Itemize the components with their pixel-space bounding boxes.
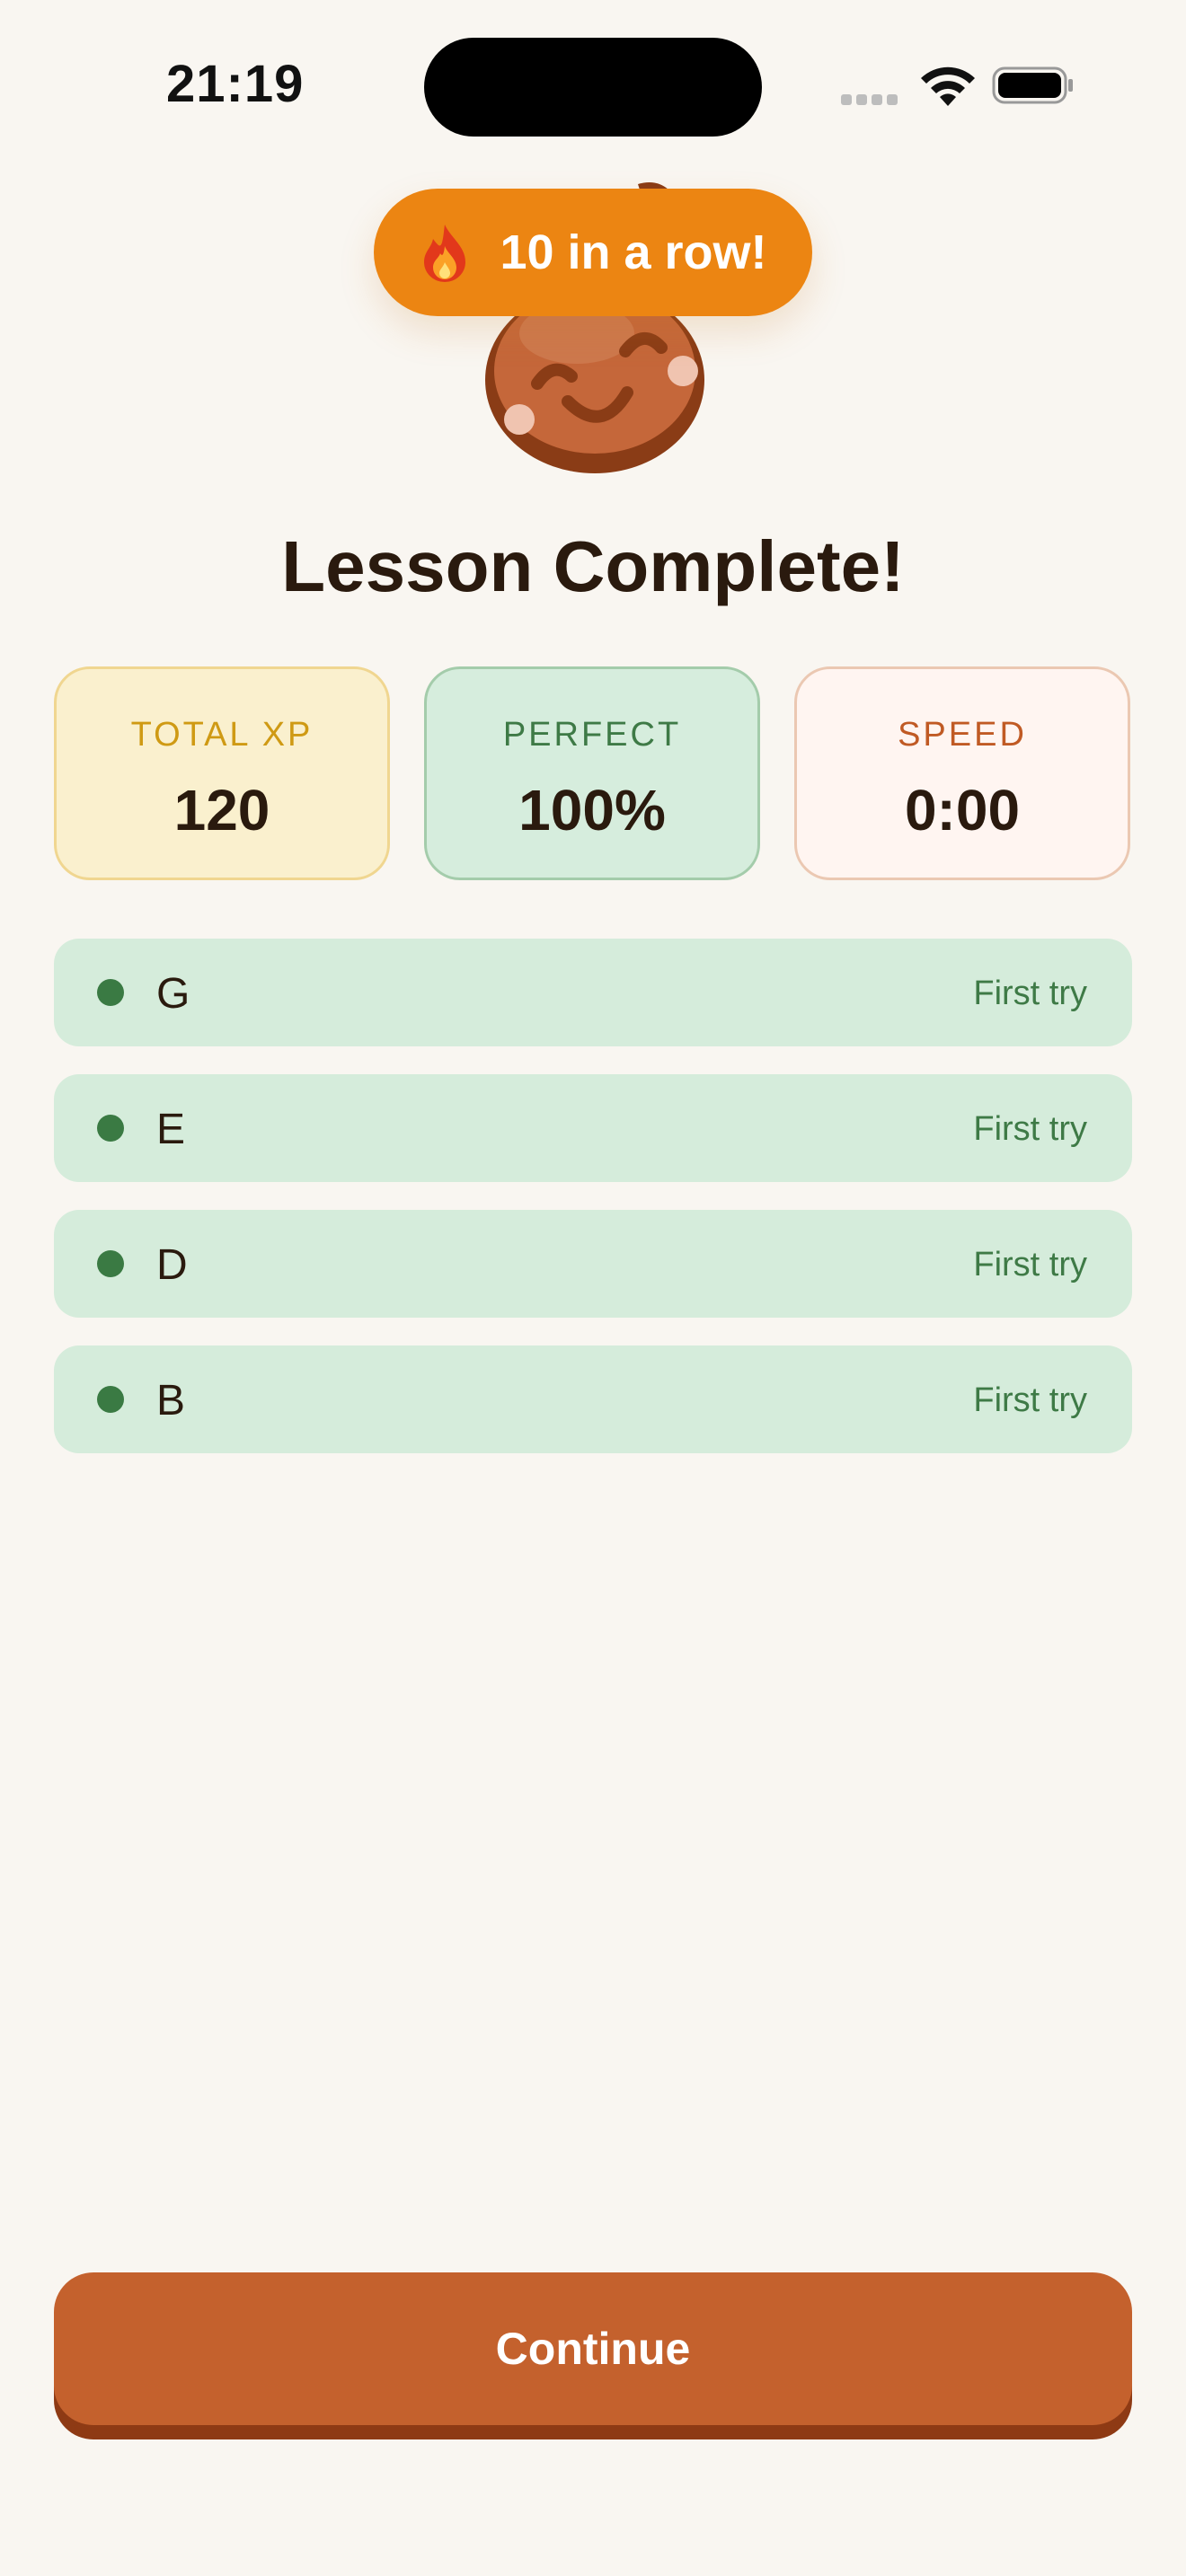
flame-icon xyxy=(424,225,466,282)
correct-dot-icon xyxy=(97,1386,124,1413)
wifi-icon xyxy=(921,66,975,106)
status-time: 21:19 xyxy=(166,55,305,113)
result-status: First try xyxy=(973,975,1087,1012)
total-xp-card: TOTAL XP 120 xyxy=(54,666,390,880)
battery-icon xyxy=(992,66,1073,104)
note-label: G xyxy=(156,970,190,1018)
correct-dot-icon xyxy=(97,1250,124,1277)
result-row: E First try xyxy=(54,1074,1132,1182)
result-row: D First try xyxy=(54,1210,1132,1318)
perfect-card: PERFECT 100% xyxy=(424,666,760,880)
result-row: G First try xyxy=(54,939,1132,1046)
note-label: E xyxy=(156,1106,186,1153)
cellular-signal-icon xyxy=(841,93,902,110)
continue-button[interactable]: Continue xyxy=(54,2272,1132,2425)
perfect-value: 100% xyxy=(518,778,666,842)
total-xp-value: 120 xyxy=(173,778,270,842)
result-status: First try xyxy=(973,1381,1087,1419)
perfect-label: PERFECT xyxy=(502,716,682,754)
dynamic-island xyxy=(424,38,762,137)
speed-value: 0:00 xyxy=(904,778,1021,842)
result-row: B First try xyxy=(54,1345,1132,1453)
streak-text: 10 in a row! xyxy=(500,225,767,279)
result-status: First try xyxy=(973,1246,1087,1284)
total-xp-label: TOTAL XP xyxy=(130,716,314,754)
speed-card: SPEED 0:00 xyxy=(794,666,1130,880)
result-status: First try xyxy=(973,1110,1087,1148)
note-label: D xyxy=(156,1241,188,1289)
correct-dot-icon xyxy=(97,979,124,1006)
streak-badge: 10 in a row! xyxy=(374,189,812,316)
status-bar: 21:19 xyxy=(0,0,1186,171)
page-title: Lesson Complete! xyxy=(281,526,905,606)
correct-dot-icon xyxy=(97,1115,124,1142)
note-label: B xyxy=(156,1377,186,1425)
speed-label: SPEED xyxy=(898,716,1027,754)
